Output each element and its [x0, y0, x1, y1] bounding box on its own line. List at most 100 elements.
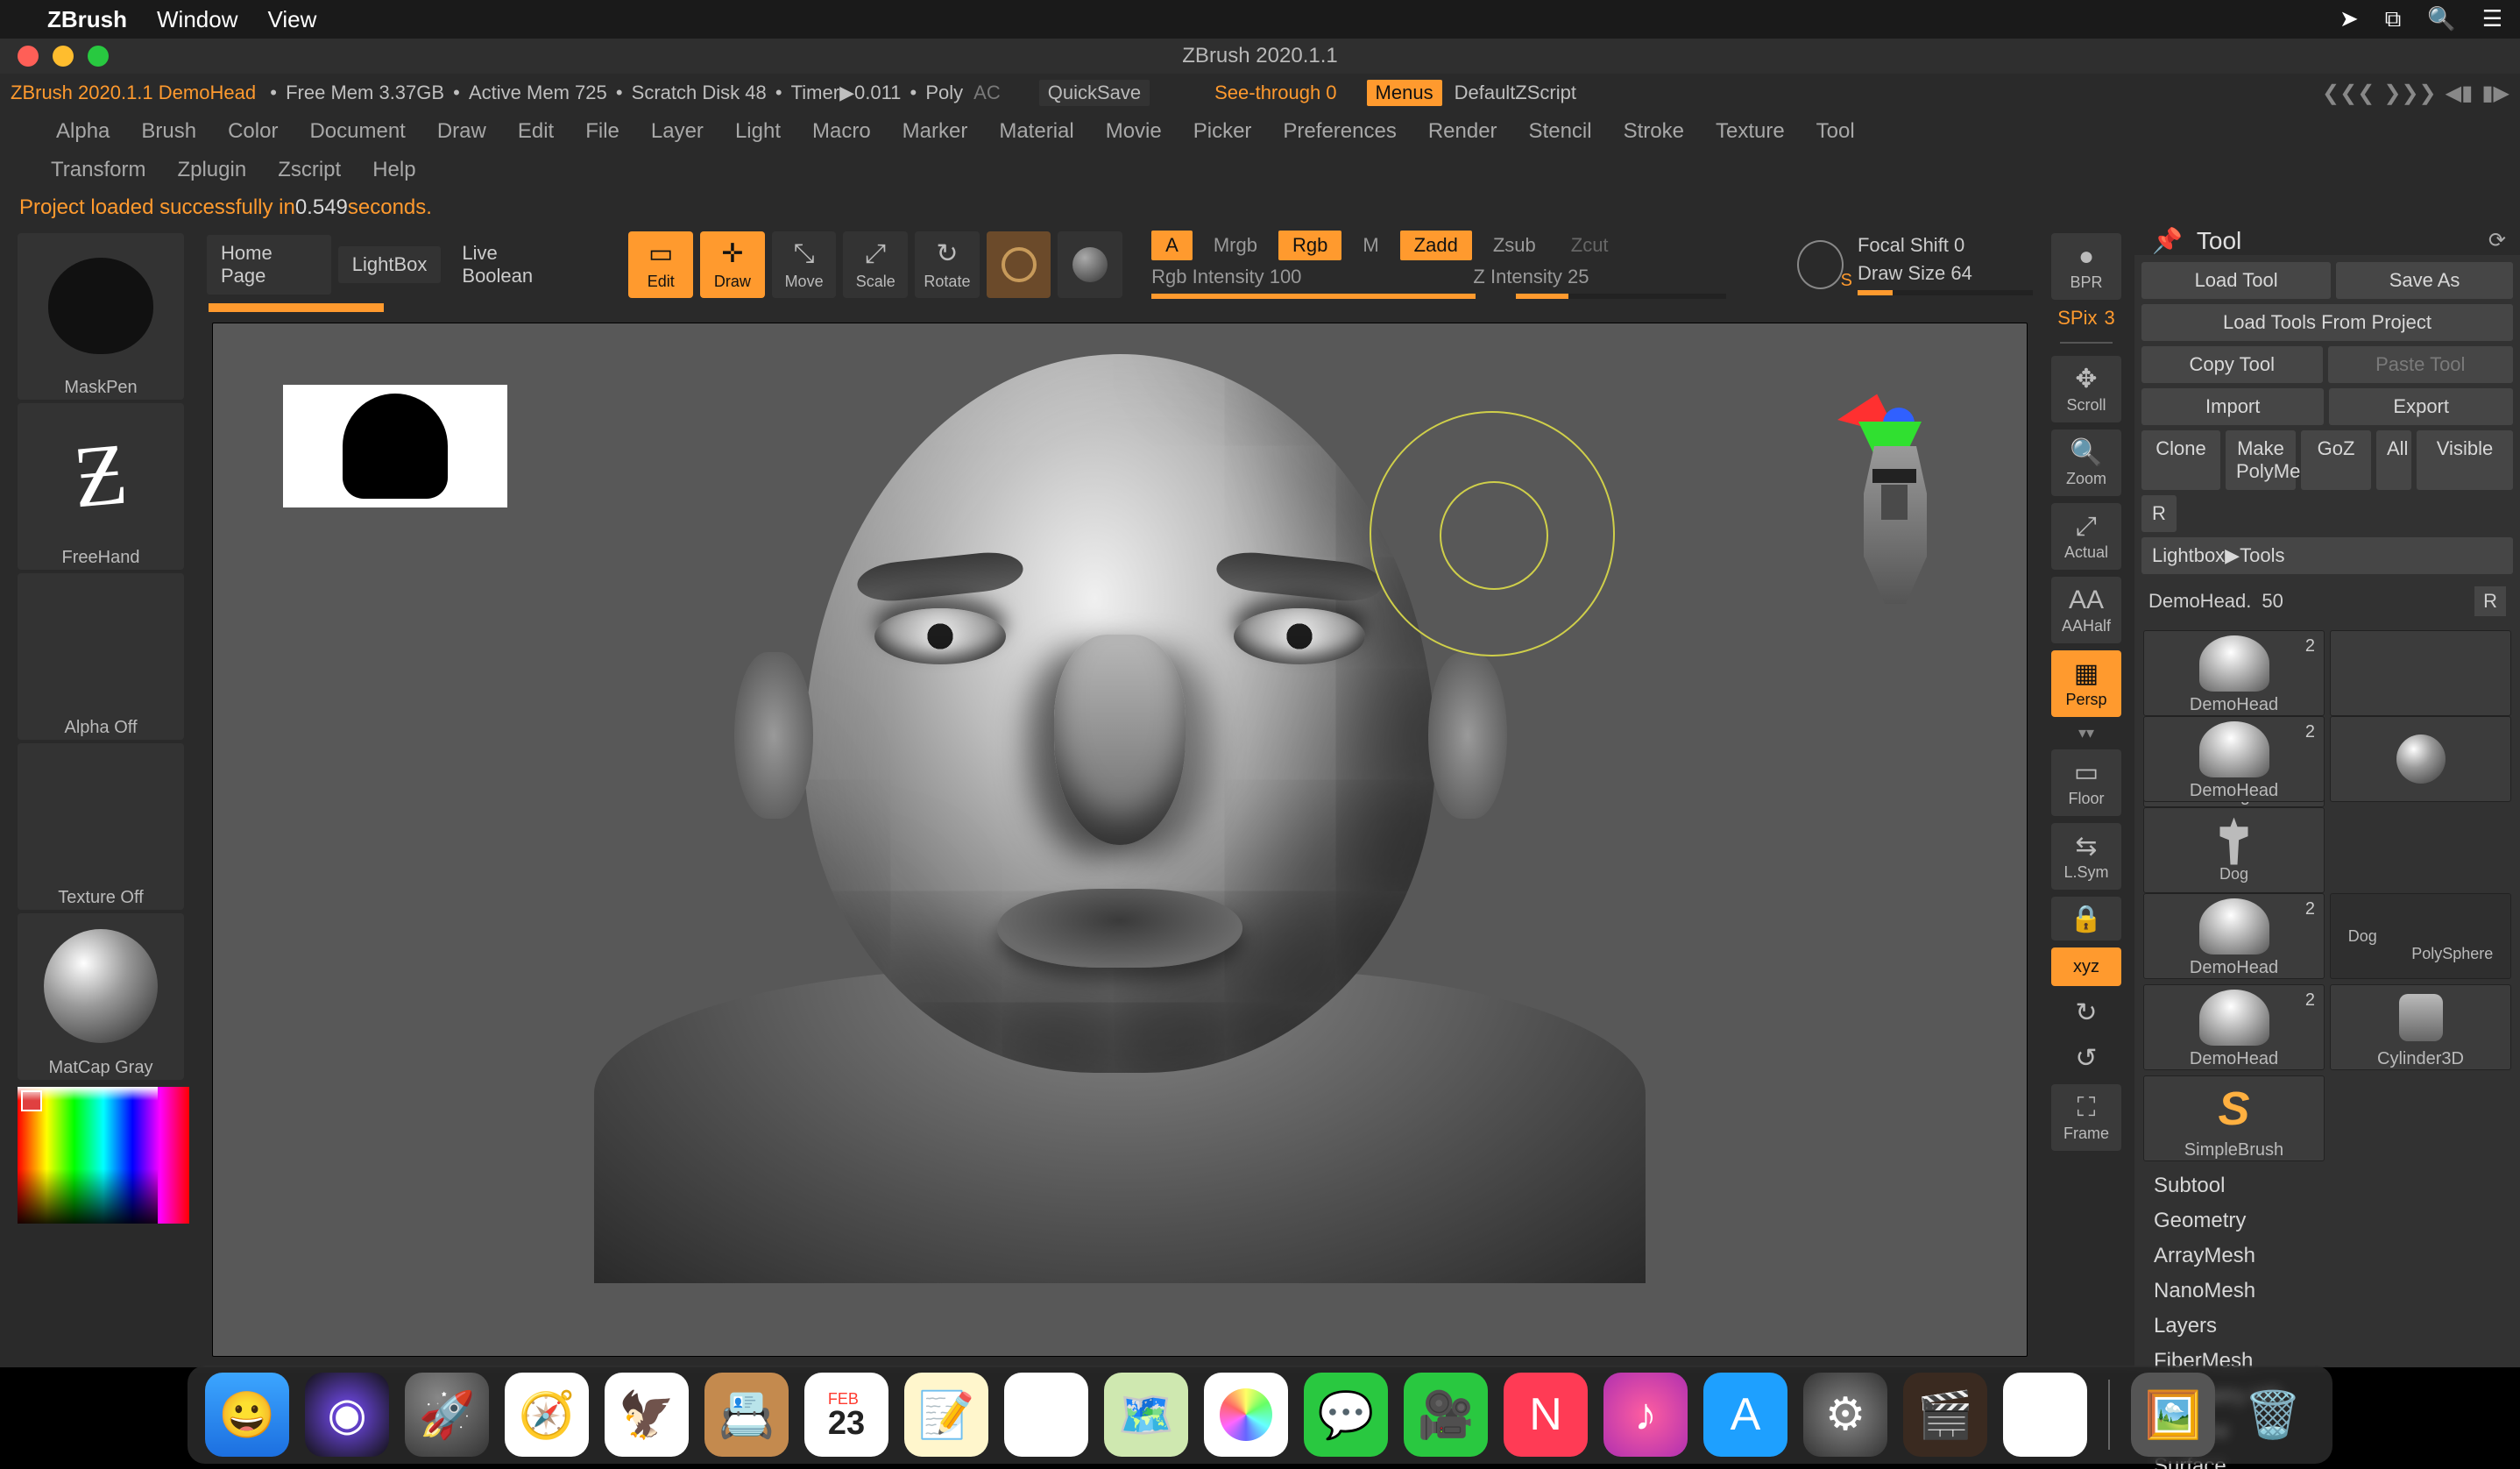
spotlight-icon[interactable]: 🔍: [2427, 5, 2455, 33]
paste-tool-button[interactable]: Paste Tool: [2328, 346, 2513, 383]
sub-subtool[interactable]: Subtool: [2154, 1168, 2501, 1203]
menu-zscript[interactable]: Zscript: [278, 158, 341, 182]
dock-sysprefs[interactable]: ⚙︎: [1803, 1373, 1887, 1457]
arrow-right-group-icon[interactable]: ❯❯❯: [2383, 81, 2436, 106]
dock-zbrush[interactable]: Ƶ: [2003, 1373, 2087, 1457]
mode-draw[interactable]: ✛Draw: [700, 231, 765, 298]
m-toggle[interactable]: M: [1348, 231, 1392, 260]
goz-all-button[interactable]: All: [2376, 430, 2411, 490]
arrow-left-group-icon[interactable]: ❮❮❮: [2322, 81, 2375, 106]
quicksave-button[interactable]: QuickSave: [1039, 80, 1150, 106]
zoom-button[interactable]: 🔍Zoom: [2051, 429, 2121, 496]
close-window-button[interactable]: [18, 46, 39, 67]
tool-thumb-demohead[interactable]: 2DemoHead: [2143, 630, 2325, 716]
viewport-canvas[interactable]: [212, 323, 2028, 1357]
menu-picker[interactable]: Picker: [1193, 119, 1252, 144]
dock-launchpad[interactable]: 🚀: [405, 1373, 489, 1457]
actual-button[interactable]: ⤢Actual: [2051, 503, 2121, 570]
draw-size-slider[interactable]: [1858, 290, 2033, 295]
thumb-demohead-a[interactable]: 2DemoHead: [2143, 893, 2325, 979]
floor-button[interactable]: ▭Floor: [2051, 749, 2121, 816]
thumb-dog[interactable]: Dog: [2348, 927, 2377, 946]
default-zscript[interactable]: DefaultZScript: [1455, 82, 1576, 104]
dock-facetime[interactable]: 🎥: [1404, 1373, 1488, 1457]
lightbox-button[interactable]: LightBox: [338, 246, 442, 283]
menu-transform[interactable]: Transform: [51, 158, 145, 182]
import-button[interactable]: Import: [2141, 388, 2324, 425]
thumb-demohead-b[interactable]: 2DemoHead: [2143, 984, 2325, 1070]
sub-nanomesh[interactable]: NanoMesh: [2154, 1274, 2501, 1309]
thumb-cylinder[interactable]: Cylinder3D: [2330, 984, 2511, 1070]
goz-r-button[interactable]: R: [2141, 495, 2177, 532]
bpr-button[interactable]: ●BPR: [2051, 233, 2121, 300]
mac-menu-view[interactable]: View: [267, 6, 316, 33]
minimize-window-button[interactable]: [53, 46, 74, 67]
sub-layers[interactable]: Layers: [2154, 1309, 2501, 1344]
menu-marker[interactable]: Marker: [903, 119, 968, 144]
sculptris-button[interactable]: [1058, 231, 1122, 298]
menu-render[interactable]: Render: [1428, 119, 1497, 144]
dock-reminders[interactable]: ☑︎: [1004, 1373, 1088, 1457]
material-selector[interactable]: MatCap Gray: [18, 913, 184, 1080]
dock-finder[interactable]: 😀: [205, 1373, 289, 1457]
pin-icon[interactable]: 📌: [2152, 226, 2183, 255]
thumb-polysphere[interactable]: PolySphere: [2411, 910, 2493, 963]
goz-visible-button[interactable]: Visible: [2417, 430, 2513, 490]
zcut-toggle[interactable]: Zcut: [1557, 231, 1623, 260]
menu-layer[interactable]: Layer: [651, 119, 704, 144]
menu-file[interactable]: File: [585, 119, 619, 144]
menu-tool[interactable]: Tool: [1816, 119, 1855, 144]
sub-geometry[interactable]: Geometry: [2154, 1203, 2501, 1238]
menu-brush[interactable]: Brush: [141, 119, 196, 144]
menu-document[interactable]: Document: [309, 119, 405, 144]
color-swatch[interactable]: [21, 1090, 42, 1111]
mode-edit[interactable]: ▭Edit: [628, 231, 693, 298]
lsym-button[interactable]: ⇆L.Sym: [2051, 823, 2121, 890]
sub-arraymesh[interactable]: ArrayMesh: [2154, 1238, 2501, 1274]
bpr-spix[interactable]: SPix3: [2057, 307, 2115, 330]
mac-app-name[interactable]: ZBrush: [47, 6, 127, 33]
menu-stencil[interactable]: Stencil: [1529, 119, 1592, 144]
thumb-simplebrush[interactable]: SSimpleBrush: [2143, 1075, 2325, 1161]
frame-button[interactable]: ⛶Frame: [2051, 1084, 2121, 1151]
dock-recent-image[interactable]: 🖼️: [2131, 1373, 2215, 1457]
stroke-selector[interactable]: Ƶ FreeHand: [18, 403, 184, 570]
alpha-selector[interactable]: Alpha Off: [18, 573, 184, 740]
collapse-left-icon[interactable]: ◀▮: [2446, 81, 2474, 106]
menu-macro[interactable]: Macro: [812, 119, 871, 144]
lock-button[interactable]: 🔒: [2051, 897, 2121, 940]
menus-toggle[interactable]: Menus: [1367, 80, 1442, 106]
dock-safari[interactable]: 🧭: [505, 1373, 589, 1457]
dock-music[interactable]: ♪: [1603, 1373, 1688, 1457]
brush-selector[interactable]: MaskPen: [18, 233, 184, 400]
refresh-icon[interactable]: ⟳: [2488, 228, 2506, 253]
zoom-window-button[interactable]: [88, 46, 109, 67]
rgb-intensity-slider[interactable]: [1151, 294, 1476, 299]
menu-list-icon[interactable]: ☰: [2482, 5, 2502, 33]
dock-imovie[interactable]: 🎬: [1903, 1373, 1987, 1457]
dock-notes[interactable]: 📝: [904, 1373, 988, 1457]
menu-zplugin[interactable]: Zplugin: [177, 158, 246, 182]
export-button[interactable]: Export: [2329, 388, 2513, 425]
zadd-toggle[interactable]: Zadd: [1400, 231, 1472, 260]
xyz-button[interactable]: xyz: [2051, 947, 2121, 986]
clone-button[interactable]: Clone: [2141, 430, 2220, 490]
menu-color[interactable]: Color: [228, 119, 278, 144]
rotate-y-button[interactable]: ↻: [2051, 993, 2121, 1032]
home-page-button[interactable]: Home Page: [207, 235, 331, 295]
goz-button[interactable]: GoZ: [2301, 430, 2371, 490]
dock-mail[interactable]: 🦅: [605, 1373, 689, 1457]
current-tool-r[interactable]: R: [2474, 586, 2506, 616]
menu-stroke[interactable]: Stroke: [1624, 119, 1684, 144]
dock-contacts[interactable]: 📇: [704, 1373, 789, 1457]
dock-messages[interactable]: 💬: [1304, 1373, 1388, 1457]
dock-calendar[interactable]: FEB23: [804, 1373, 888, 1457]
tool-thumb-polysphere[interactable]: PolySphere: [2330, 716, 2511, 802]
zsub-toggle[interactable]: Zsub: [1479, 231, 1550, 260]
rotate-z-button[interactable]: ↺: [2051, 1039, 2121, 1077]
z-intensity-slider[interactable]: [1516, 294, 1726, 299]
load-tools-project-button[interactable]: Load Tools From Project: [2141, 304, 2513, 341]
menu-texture[interactable]: Texture: [1716, 119, 1785, 144]
menu-edit[interactable]: Edit: [518, 119, 554, 144]
tool-thumb-dog-sphere[interactable]: Dog: [2143, 807, 2325, 893]
